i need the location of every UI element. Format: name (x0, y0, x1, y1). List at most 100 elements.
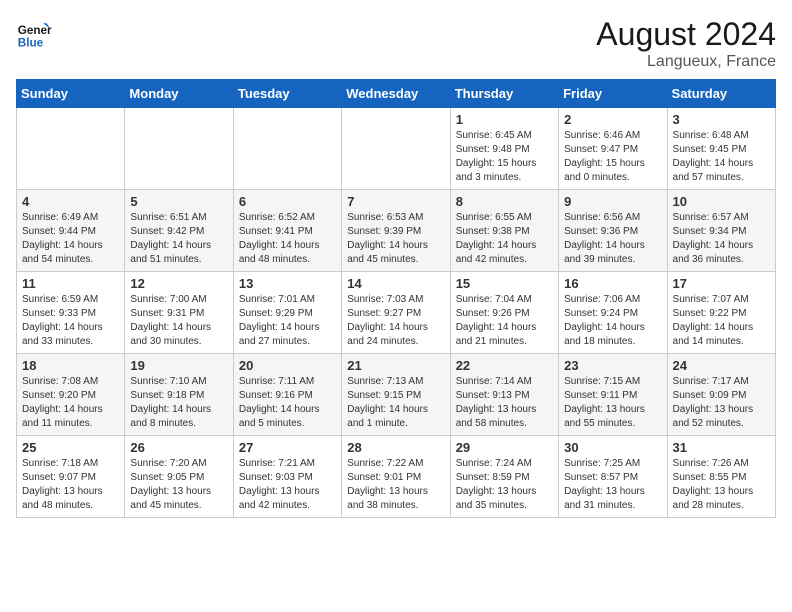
calendar-cell: 3 Sunrise: 6:48 AM Sunset: 9:45 PM Daylig… (667, 108, 775, 190)
day-number: 15 (456, 276, 553, 291)
calendar-cell: 24Sunrise: 7:17 AM Sunset: 9:09 PM Dayli… (667, 354, 775, 436)
calendar-week-5: 25 Sunrise: 7:18 AM Sunset: 9:07 PM Dayli… (17, 436, 776, 518)
day-number: 26 (130, 440, 227, 455)
calendar-cell: 22 Sunrise: 7:14 AM Sunset: 9:13 PM Dayli… (450, 354, 558, 436)
day-number: 19 (130, 358, 227, 373)
cell-info: Sunrise: 7:22 AM Sunset: 9:01 PM Dayligh… (347, 457, 444, 513)
cell-info: Sunrise: 7:26 AM Sunset: 8:55 PM Dayligh… (673, 457, 770, 513)
svg-text:Blue: Blue (18, 37, 44, 50)
calendar-cell: 31 Sunrise: 7:26 AM Sunset: 8:55 PM Dayli… (667, 436, 775, 518)
day-number: 31 (673, 440, 770, 455)
calendar-cell (17, 108, 125, 190)
day-header-tuesday: Tuesday (233, 80, 341, 108)
calendar-cell: 10 Sunrise: 6:57 AM Sunset: 9:34 PM Dayli… (667, 190, 775, 272)
day-header-friday: Friday (559, 80, 667, 108)
calendar-cell: 21Sunrise: 7:13 AM Sunset: 9:15 PM Dayli… (342, 354, 450, 436)
cell-info: Sunrise: 6:55 AM Sunset: 9:38 PM Dayligh… (456, 211, 553, 267)
cell-info: Sunrise: 7:10 AM Sunset: 9:18 PM Dayligh… (130, 375, 227, 431)
calendar-cell (125, 108, 233, 190)
cell-info: Sunrise: 7:01 AM Sunset: 9:29 PM Dayligh… (239, 293, 336, 349)
location-subtitle: Langueux, France (596, 53, 776, 71)
calendar-cell: 6 Sunrise: 6:52 AM Sunset: 9:41 PM Daylig… (233, 190, 341, 272)
cell-info: Sunrise: 6:52 AM Sunset: 9:41 PM Dayligh… (239, 211, 336, 267)
logo: General Blue (16, 16, 52, 52)
calendar-cell: 13 Sunrise: 7:01 AM Sunset: 9:29 PM Dayli… (233, 272, 341, 354)
day-number: 11 (22, 276, 119, 291)
calendar-cell: 23 Sunrise: 7:15 AM Sunset: 9:11 PM Dayli… (559, 354, 667, 436)
cell-info: Sunrise: 6:57 AM Sunset: 9:34 PM Dayligh… (673, 211, 770, 267)
calendar-cell: 5 Sunrise: 6:51 AM Sunset: 9:42 PM Daylig… (125, 190, 233, 272)
cell-info: Sunrise: 6:49 AM Sunset: 9:44 PM Dayligh… (22, 211, 119, 267)
calendar-cell: 8Sunrise: 6:55 AM Sunset: 9:38 PM Daylig… (450, 190, 558, 272)
calendar-cell (233, 108, 341, 190)
calendar-cell: 12 Sunrise: 7:00 AM Sunset: 9:31 PM Dayli… (125, 272, 233, 354)
day-header-thursday: Thursday (450, 80, 558, 108)
day-number: 6 (239, 194, 336, 209)
calendar-cell: 9Sunrise: 6:56 AM Sunset: 9:36 PM Daylig… (559, 190, 667, 272)
calendar-cell: 1Sunrise: 6:45 AM Sunset: 9:48 PM Daylig… (450, 108, 558, 190)
calendar-cell: 26 Sunrise: 7:20 AM Sunset: 9:05 PM Dayli… (125, 436, 233, 518)
cell-info: Sunrise: 7:17 AM Sunset: 9:09 PM Dayligh… (673, 375, 770, 431)
day-number: 27 (239, 440, 336, 455)
day-number: 4 (22, 194, 119, 209)
day-header-saturday: Saturday (667, 80, 775, 108)
title-area: August 2024 Langueux, France (596, 16, 776, 71)
day-number: 25 (22, 440, 119, 455)
cell-info: Sunrise: 7:11 AM Sunset: 9:16 PM Dayligh… (239, 375, 336, 431)
calendar-cell: 2 Sunrise: 6:46 AM Sunset: 9:47 PM Daylig… (559, 108, 667, 190)
day-number: 5 (130, 194, 227, 209)
logo-icon: General Blue (16, 16, 52, 52)
cell-info: Sunrise: 7:04 AM Sunset: 9:26 PM Dayligh… (456, 293, 553, 349)
day-header-monday: Monday (125, 80, 233, 108)
calendar-cell: 11Sunrise: 6:59 AM Sunset: 9:33 PM Dayli… (17, 272, 125, 354)
day-header-sunday: Sunday (17, 80, 125, 108)
cell-info: Sunrise: 7:15 AM Sunset: 9:11 PM Dayligh… (564, 375, 661, 431)
day-number: 10 (673, 194, 770, 209)
day-number: 30 (564, 440, 661, 455)
calendar-week-1: 1Sunrise: 6:45 AM Sunset: 9:48 PM Daylig… (17, 108, 776, 190)
day-number: 20 (239, 358, 336, 373)
cell-info: Sunrise: 7:00 AM Sunset: 9:31 PM Dayligh… (130, 293, 227, 349)
cell-info: Sunrise: 6:46 AM Sunset: 9:47 PM Dayligh… (564, 129, 661, 185)
month-title: August 2024 (596, 16, 776, 53)
calendar-cell: 28 Sunrise: 7:22 AM Sunset: 9:01 PM Dayli… (342, 436, 450, 518)
cell-info: Sunrise: 7:14 AM Sunset: 9:13 PM Dayligh… (456, 375, 553, 431)
day-number: 23 (564, 358, 661, 373)
cell-info: Sunrise: 6:48 AM Sunset: 9:45 PM Dayligh… (673, 129, 770, 185)
calendar-body: 1Sunrise: 6:45 AM Sunset: 9:48 PM Daylig… (17, 108, 776, 518)
cell-info: Sunrise: 7:06 AM Sunset: 9:24 PM Dayligh… (564, 293, 661, 349)
calendar-cell: 19 Sunrise: 7:10 AM Sunset: 9:18 PM Dayli… (125, 354, 233, 436)
calendar-cell: 20 Sunrise: 7:11 AM Sunset: 9:16 PM Dayli… (233, 354, 341, 436)
cell-info: Sunrise: 6:45 AM Sunset: 9:48 PM Dayligh… (456, 129, 553, 185)
calendar-cell: 7 Sunrise: 6:53 AM Sunset: 9:39 PM Daylig… (342, 190, 450, 272)
cell-info: Sunrise: 7:25 AM Sunset: 8:57 PM Dayligh… (564, 457, 661, 513)
day-number: 22 (456, 358, 553, 373)
day-header-wednesday: Wednesday (342, 80, 450, 108)
day-number: 16 (564, 276, 661, 291)
calendar-week-4: 18Sunrise: 7:08 AM Sunset: 9:20 PM Dayli… (17, 354, 776, 436)
cell-info: Sunrise: 7:20 AM Sunset: 9:05 PM Dayligh… (130, 457, 227, 513)
calendar-cell: 18Sunrise: 7:08 AM Sunset: 9:20 PM Dayli… (17, 354, 125, 436)
calendar-cell: 17Sunrise: 7:07 AM Sunset: 9:22 PM Dayli… (667, 272, 775, 354)
page-header: General Blue August 2024 Langueux, Franc… (16, 16, 776, 71)
day-number: 7 (347, 194, 444, 209)
day-number: 14 (347, 276, 444, 291)
day-number: 29 (456, 440, 553, 455)
calendar-cell: 16 Sunrise: 7:06 AM Sunset: 9:24 PM Dayli… (559, 272, 667, 354)
cell-info: Sunrise: 6:51 AM Sunset: 9:42 PM Dayligh… (130, 211, 227, 267)
calendar-cell: 4 Sunrise: 6:49 AM Sunset: 9:44 PM Daylig… (17, 190, 125, 272)
day-number: 12 (130, 276, 227, 291)
day-number: 21 (347, 358, 444, 373)
cell-info: Sunrise: 7:03 AM Sunset: 9:27 PM Dayligh… (347, 293, 444, 349)
calendar-cell: 15 Sunrise: 7:04 AM Sunset: 9:26 PM Dayli… (450, 272, 558, 354)
day-number: 2 (564, 112, 661, 127)
day-number: 13 (239, 276, 336, 291)
day-number: 18 (22, 358, 119, 373)
calendar-cell: 25 Sunrise: 7:18 AM Sunset: 9:07 PM Dayli… (17, 436, 125, 518)
day-number: 28 (347, 440, 444, 455)
day-number: 3 (673, 112, 770, 127)
cell-info: Sunrise: 7:21 AM Sunset: 9:03 PM Dayligh… (239, 457, 336, 513)
cell-info: Sunrise: 6:53 AM Sunset: 9:39 PM Dayligh… (347, 211, 444, 267)
calendar-week-3: 11Sunrise: 6:59 AM Sunset: 9:33 PM Dayli… (17, 272, 776, 354)
cell-info: Sunrise: 7:18 AM Sunset: 9:07 PM Dayligh… (22, 457, 119, 513)
